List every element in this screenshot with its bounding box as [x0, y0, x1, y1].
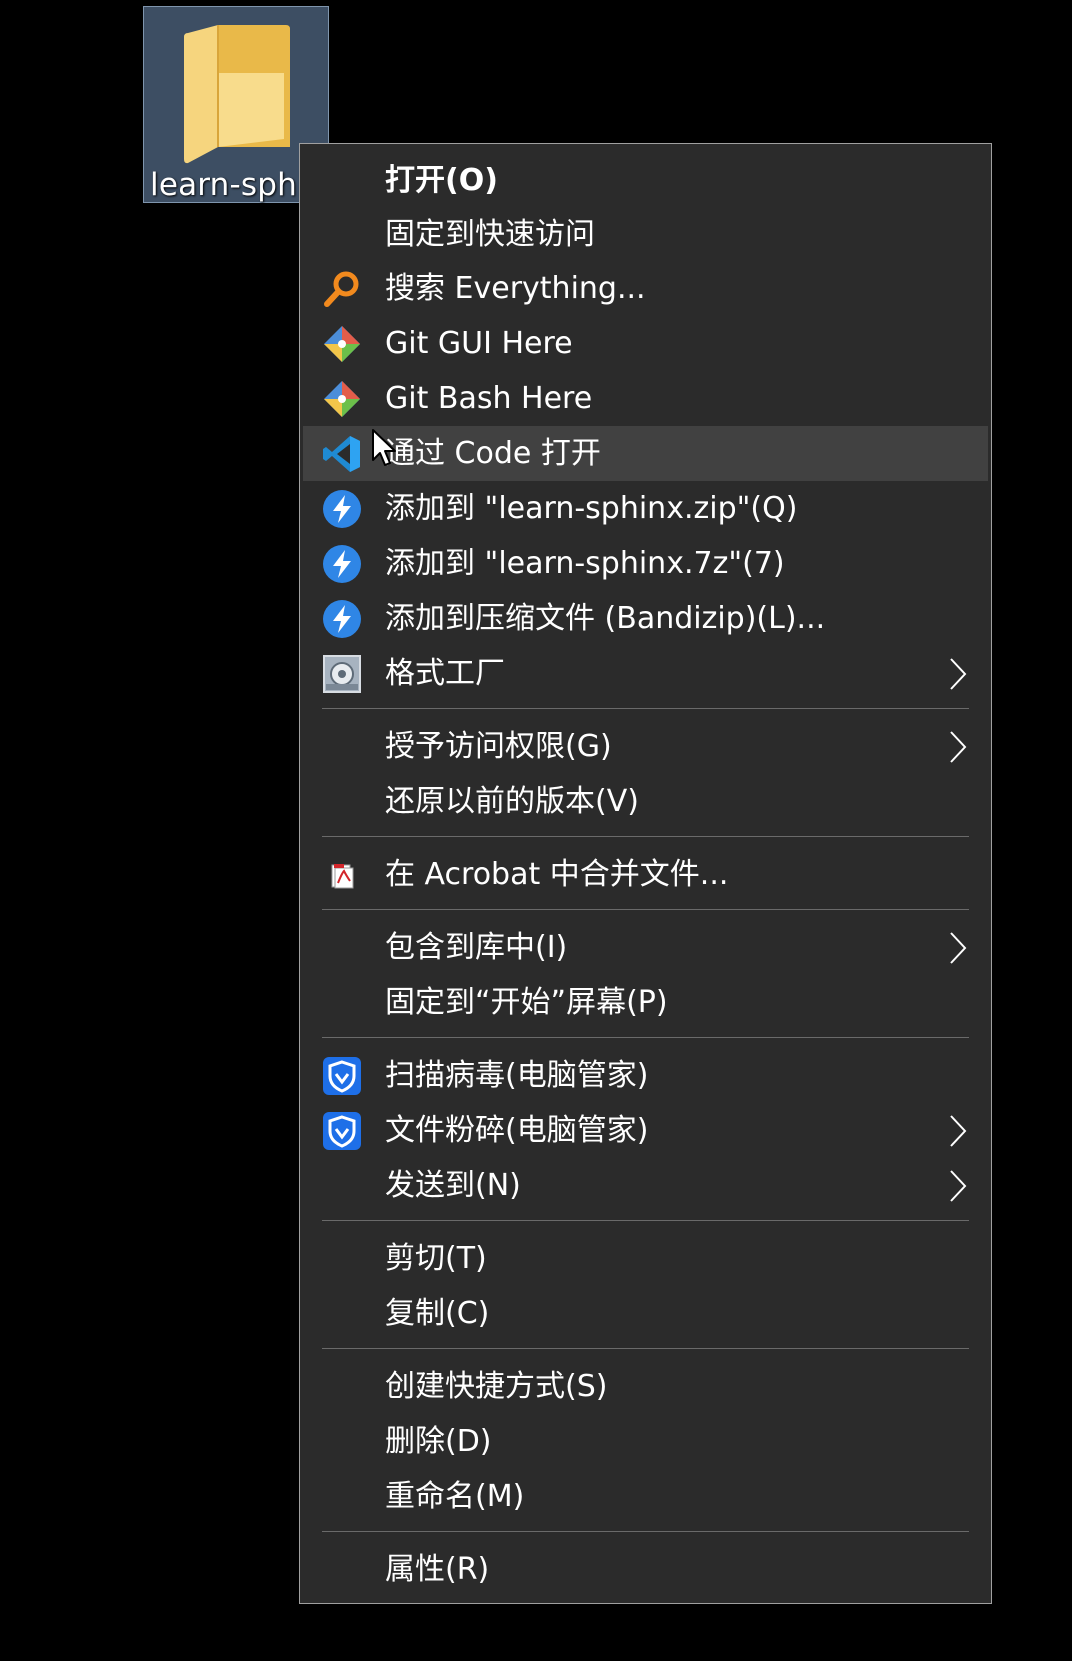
- menu-item-label: 删除(D): [385, 1424, 492, 1459]
- vscode-icon: [323, 436, 360, 472]
- menu-separator: [322, 1348, 969, 1349]
- menu-item-label: 格式工厂: [385, 656, 505, 691]
- menu-item-file-shredder[interactable]: 文件粉碎(电脑管家): [303, 1103, 988, 1158]
- menu-item-cut[interactable]: 剪切(T): [303, 1231, 988, 1286]
- menu-item-label: Git GUI Here: [385, 326, 573, 361]
- menu-item-label: 添加到 "learn-sphinx.7z"(7): [385, 546, 785, 581]
- chevron-right-icon: [950, 932, 967, 964]
- mouse-cursor-icon: [372, 429, 396, 466]
- menu-item-label: 搜索 Everything...: [385, 271, 646, 306]
- menu-item-label: 打开(O): [385, 163, 498, 198]
- menu-separator: [322, 1220, 969, 1221]
- context-menu: 打开(O) 固定到快速访问 搜索 Everything... Git GUI H…: [299, 143, 992, 1604]
- git-icon: [324, 381, 360, 417]
- menu-item-label: 重命名(M): [385, 1479, 525, 1514]
- chevron-right-icon: [950, 731, 967, 763]
- menu-item-label: 添加到压缩文件 (Bandizip)(L)...: [385, 601, 826, 636]
- menu-item-git-gui[interactable]: Git GUI Here: [303, 316, 988, 371]
- menu-item-bandizip-zip[interactable]: 添加到 "learn-sphinx.zip"(Q): [303, 481, 988, 536]
- menu-item-open-with-code[interactable]: 通过 Code 打开: [303, 426, 988, 481]
- menu-separator: [322, 836, 969, 837]
- menu-item-format-factory[interactable]: 格式工厂: [303, 646, 988, 701]
- menu-item-include-in-library[interactable]: 包含到库中(I): [303, 920, 988, 975]
- menu-item-send-to[interactable]: 发送到(N): [303, 1158, 988, 1213]
- git-icon: [324, 326, 360, 362]
- menu-item-label: 创建快捷方式(S): [385, 1369, 608, 1404]
- menu-item-rename[interactable]: 重命名(M): [303, 1469, 988, 1524]
- menu-item-bandizip-7z[interactable]: 添加到 "learn-sphinx.7z"(7): [303, 536, 988, 591]
- menu-item-label: 添加到 "learn-sphinx.zip"(Q): [385, 491, 798, 526]
- menu-item-label: 授予访问权限(G): [385, 729, 612, 764]
- menu-item-pin-to-start[interactable]: 固定到“开始”屏幕(P): [303, 975, 988, 1030]
- menu-item-restore-versions[interactable]: 还原以前的版本(V): [303, 774, 988, 829]
- menu-item-pin-quick-access[interactable]: 固定到快速访问: [303, 207, 988, 262]
- desktop: learn-sphinx 打开(O) 固定到快速访问 搜索 Everything…: [0, 0, 1072, 1661]
- menu-separator: [322, 708, 969, 709]
- menu-separator: [322, 909, 969, 910]
- menu-item-label: 固定到快速访问: [385, 217, 595, 252]
- menu-item-label: 剪切(T): [385, 1241, 487, 1276]
- menu-item-properties[interactable]: 属性(R): [303, 1542, 988, 1597]
- bandizip-icon: [323, 490, 361, 528]
- menu-item-label: 扫描病毒(电脑管家): [385, 1058, 649, 1093]
- menu-item-git-bash[interactable]: Git Bash Here: [303, 371, 988, 426]
- menu-item-label: 复制(C): [385, 1296, 490, 1331]
- menu-item-bandizip-archive[interactable]: 添加到压缩文件 (Bandizip)(L)...: [303, 591, 988, 646]
- menu-item-delete[interactable]: 删除(D): [303, 1414, 988, 1469]
- menu-item-label: 属性(R): [385, 1552, 490, 1587]
- menu-item-open[interactable]: 打开(O): [303, 153, 988, 208]
- menu-item-acrobat-combine[interactable]: 在 Acrobat 中合并文件...: [303, 847, 988, 902]
- menu-item-label: 还原以前的版本(V): [385, 784, 639, 819]
- menu-item-label: 固定到“开始”屏幕(P): [385, 985, 668, 1020]
- bandizip-icon: [323, 545, 361, 583]
- folder-icon: [184, 25, 290, 164]
- bandizip-icon: [323, 600, 361, 638]
- search-everything-icon: [324, 271, 359, 307]
- menu-item-give-access[interactable]: 授予访问权限(G): [303, 719, 988, 774]
- menu-item-copy[interactable]: 复制(C): [303, 1286, 988, 1341]
- menu-separator: [322, 1531, 969, 1532]
- chevron-right-icon: [950, 1170, 967, 1202]
- menu-item-label: 文件粉碎(电脑管家): [385, 1113, 649, 1148]
- menu-item-label: 包含到库中(I): [385, 930, 568, 965]
- acrobat-icon: [331, 864, 354, 889]
- format-factory-icon: [323, 655, 361, 693]
- menu-item-search-everything[interactable]: 搜索 Everything...: [303, 261, 988, 316]
- chevron-right-icon: [950, 1115, 967, 1147]
- menu-item-scan-virus[interactable]: 扫描病毒(电脑管家): [303, 1048, 988, 1103]
- tencent-pc-manager-icon: [323, 1112, 361, 1150]
- menu-item-label: 发送到(N): [385, 1168, 521, 1203]
- chevron-right-icon: [950, 658, 967, 690]
- tencent-pc-manager-icon: [323, 1057, 361, 1095]
- menu-item-label: 通过 Code 打开: [385, 436, 601, 471]
- menu-item-label: Git Bash Here: [385, 381, 593, 416]
- menu-separator: [322, 1037, 969, 1038]
- menu-item-create-shortcut[interactable]: 创建快捷方式(S): [303, 1359, 988, 1414]
- menu-item-label: 在 Acrobat 中合并文件...: [385, 857, 729, 892]
